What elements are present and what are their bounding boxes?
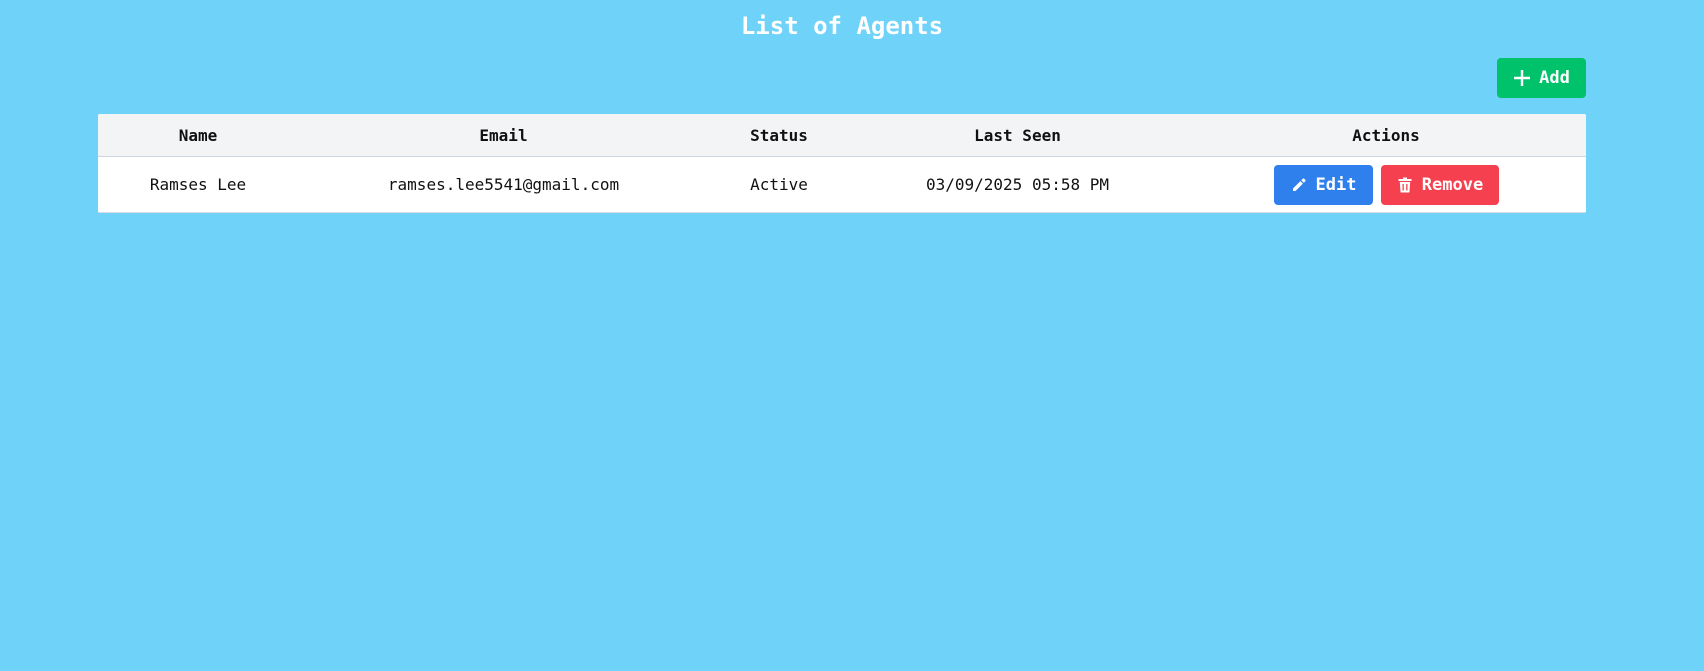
- table-row: Ramses Lee ramses.lee5541@gmail.com Acti…: [98, 156, 1586, 213]
- remove-button[interactable]: Remove: [1380, 164, 1499, 205]
- pencil-icon: [1290, 176, 1308, 194]
- table-header-row: Name Email Status Last Seen Actions: [98, 114, 1586, 157]
- remove-button-label: Remove: [1421, 174, 1484, 195]
- page-title: List of Agents: [740, 12, 944, 40]
- add-button[interactable]: Add: [1497, 58, 1586, 98]
- plus-icon: [1513, 69, 1531, 87]
- add-button-label: Add: [1539, 68, 1570, 88]
- agent-email-cell: ramses.lee5541@gmail.com: [298, 156, 709, 213]
- column-header-status: Status: [709, 114, 849, 157]
- column-header-email: Email: [298, 114, 709, 157]
- column-header-last-seen: Last Seen: [849, 114, 1186, 157]
- trash-icon: [1396, 176, 1414, 194]
- edit-button-label: Edit: [1315, 174, 1357, 195]
- agent-actions-cell: Edit Remove: [1186, 156, 1586, 213]
- agent-name-cell: Ramses Lee: [98, 156, 298, 213]
- column-header-name: Name: [98, 114, 298, 157]
- column-header-actions: Actions: [1186, 114, 1586, 157]
- agents-table: Name Email Status Last Seen Actions Rams…: [98, 114, 1586, 213]
- agent-last-seen-cell: 03/09/2025 05:58 PM: [849, 156, 1186, 213]
- edit-button[interactable]: Edit: [1273, 164, 1373, 205]
- agent-status-cell: Active: [709, 156, 849, 213]
